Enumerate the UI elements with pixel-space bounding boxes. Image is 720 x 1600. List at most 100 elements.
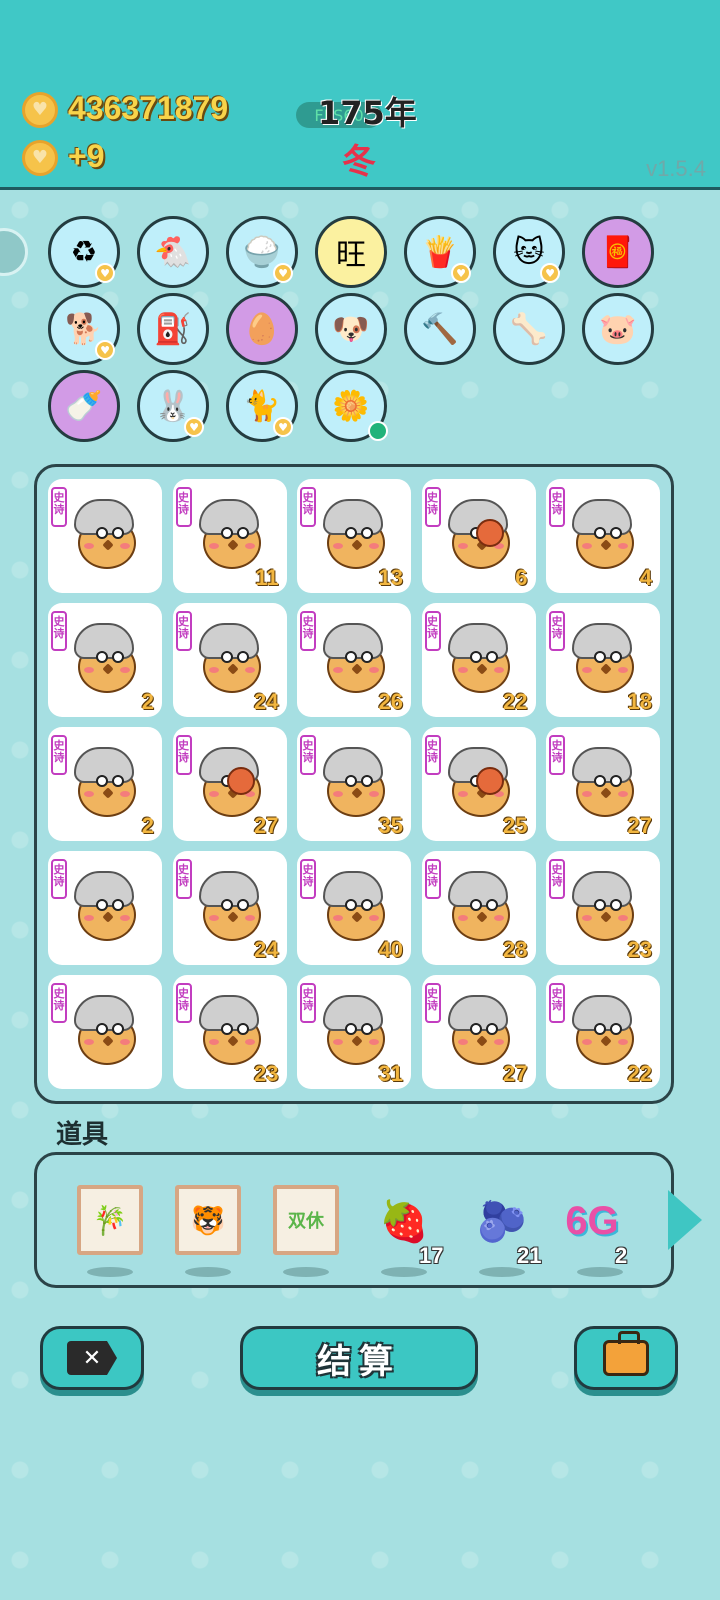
board-cell[interactable]: 史诗 23 bbox=[172, 975, 287, 1089]
chicken-egg-icon-glyph: 🐔 bbox=[154, 234, 192, 270]
heart-badge-icon: ♥ bbox=[184, 417, 204, 437]
rabbit-icon[interactable]: 🐰 ♥ bbox=[137, 370, 209, 442]
pump-icon[interactable]: ⛽ bbox=[137, 293, 209, 365]
board-cell[interactable]: 史诗 25 bbox=[421, 727, 536, 841]
board-cell[interactable]: 史诗 27 bbox=[172, 727, 287, 841]
basketball-icon bbox=[475, 519, 504, 547]
chick-character-icon bbox=[446, 745, 512, 819]
epic-tag: 史诗 bbox=[549, 735, 565, 775]
epic-tag: 史诗 bbox=[300, 487, 316, 527]
board-cell[interactable]: 史诗 26 bbox=[297, 603, 411, 717]
items-title: 道具 bbox=[56, 1120, 109, 1150]
epic-tag: 史诗 bbox=[51, 983, 67, 1023]
potted-flower-icon[interactable]: 🌼 bbox=[315, 370, 388, 442]
board-cell[interactable]: 史诗 22 bbox=[421, 603, 536, 717]
next-arrow-icon[interactable] bbox=[668, 1190, 702, 1250]
rice-bowl-icon[interactable]: 🍚 ♥ bbox=[226, 216, 298, 288]
red-envelope-icon-glyph: 🧧 bbox=[599, 234, 637, 270]
cell-count: 40 bbox=[378, 937, 403, 962]
double-rest-frame-item[interactable]: 双休 bbox=[273, 1185, 339, 1255]
chicken-egg-icon[interactable]: 🐔 bbox=[137, 216, 209, 288]
board-cell[interactable]: 史诗 31 bbox=[297, 975, 411, 1089]
wang-tiles-icon-glyph: 旺 bbox=[336, 238, 366, 273]
season-label: 冬 bbox=[342, 142, 376, 182]
board-cell[interactable]: 史诗 18 bbox=[546, 603, 660, 717]
heart-badge-icon: ♥ bbox=[451, 263, 471, 283]
board-cell[interactable]: 史诗 40 bbox=[297, 851, 411, 965]
board-cell[interactable]: 史诗 24 bbox=[172, 851, 287, 965]
cell-count: 26 bbox=[378, 689, 403, 714]
game-board: 史诗 史诗 11 史诗 13 史诗 6 史诗 4 史诗 2 史诗 24 史诗 26 史诗 22 史诗 18 史诗 2 史诗… bbox=[34, 464, 674, 1104]
fries-icon[interactable]: 🍟 ♥ bbox=[404, 216, 476, 288]
pump-icon-glyph: ⛽ bbox=[154, 311, 192, 347]
cell-count: 2 bbox=[141, 689, 154, 714]
year-label: 175年 bbox=[318, 94, 417, 132]
rabbit-icon-glyph: 🐰 bbox=[154, 388, 192, 424]
chick-character-icon bbox=[321, 993, 387, 1067]
chick-character-icon bbox=[321, 745, 387, 819]
board-cell[interactable]: 史诗 24 bbox=[172, 603, 287, 717]
cell-count: 24 bbox=[254, 937, 279, 962]
board-cell[interactable]: 史诗 6 bbox=[421, 479, 536, 593]
chick-character-icon bbox=[197, 497, 263, 571]
red-envelope-icon[interactable]: 🧧 bbox=[582, 216, 654, 288]
chick-character-icon bbox=[570, 745, 636, 819]
bamboo-frame-item[interactable]: 🎋 bbox=[77, 1185, 143, 1255]
board-cell[interactable]: 史诗 4 bbox=[546, 479, 660, 593]
bag-button[interactable] bbox=[574, 1326, 678, 1390]
cell-count: 24 bbox=[254, 689, 279, 714]
board-cell[interactable]: 史诗 bbox=[48, 851, 162, 965]
epic-tag: 史诗 bbox=[424, 735, 441, 775]
epic-tag: 史诗 bbox=[300, 611, 316, 651]
wang-tiles-icon[interactable]: 旺 bbox=[315, 216, 387, 288]
cool-dog-icon[interactable]: 🐶 bbox=[315, 293, 387, 365]
board-cell[interactable]: 史诗 27 bbox=[421, 975, 536, 1089]
cat-back-icon[interactable]: 🐈 ♥ bbox=[226, 370, 298, 442]
chick-character-icon bbox=[446, 993, 512, 1067]
chick-character-icon bbox=[197, 621, 263, 695]
epic-tag: 史诗 bbox=[175, 735, 192, 775]
tiger-frame-item[interactable]: 🐯 bbox=[175, 1185, 241, 1255]
dog-bowl-icon-glyph: 🦴 bbox=[510, 311, 548, 347]
cell-count: 2 bbox=[141, 813, 154, 838]
board-cell[interactable]: 史诗 23 bbox=[546, 851, 660, 965]
cat-icon[interactable]: 🐱 ♥ bbox=[493, 216, 565, 288]
board-cell[interactable]: 史诗 2 bbox=[48, 603, 162, 717]
cell-count: 27 bbox=[254, 813, 279, 838]
board-cell[interactable]: 史诗 27 bbox=[546, 727, 660, 841]
heart-badge-icon: ♥ bbox=[273, 263, 293, 283]
board-cell[interactable]: 史诗 22 bbox=[546, 975, 660, 1089]
heart-badge-icon: ♥ bbox=[273, 417, 293, 437]
item-shadow bbox=[87, 1267, 133, 1277]
epic-tag: 史诗 bbox=[51, 611, 67, 651]
dog-bowl-icon[interactable]: 🦴 bbox=[493, 293, 565, 365]
epic-tag: 史诗 bbox=[175, 859, 192, 899]
cell-count: 25 bbox=[503, 813, 528, 838]
epic-tag: 史诗 bbox=[549, 859, 565, 899]
epic-tag: 史诗 bbox=[424, 983, 441, 1023]
board-cell[interactable]: 史诗 28 bbox=[421, 851, 536, 965]
status-dot-icon bbox=[368, 421, 388, 441]
board-cell[interactable]: 史诗 2 bbox=[48, 727, 162, 841]
refresh-icon[interactable]: ♻ ♥ bbox=[48, 216, 120, 288]
epic-tag: 史诗 bbox=[175, 611, 192, 651]
board-cell[interactable]: 史诗 bbox=[48, 479, 162, 593]
board-cell[interactable]: 史诗 13 bbox=[297, 479, 411, 593]
chick-character-icon bbox=[72, 621, 138, 695]
epic-tag: 史诗 bbox=[51, 487, 67, 527]
chick-character-icon bbox=[446, 621, 512, 695]
board-cell[interactable]: 史诗 35 bbox=[297, 727, 411, 841]
piggy-bank-icon[interactable]: 🐷 bbox=[582, 293, 654, 365]
settle-button[interactable]: 结算 bbox=[240, 1326, 478, 1390]
cell-count: 23 bbox=[627, 937, 652, 962]
husky-dog-icon[interactable]: 🐕 ♥ bbox=[48, 293, 120, 365]
close-button[interactable]: ✕ bbox=[40, 1326, 144, 1390]
hammer-icon[interactable]: 🔨 bbox=[404, 293, 476, 365]
board-cell[interactable]: 史诗 bbox=[48, 975, 162, 1089]
egg-icon[interactable]: 🥚 bbox=[226, 293, 298, 365]
breast-pump-icon[interactable]: 🍼 bbox=[48, 370, 120, 442]
item-count: 21 bbox=[517, 1243, 542, 1268]
item-shadow bbox=[185, 1267, 231, 1277]
board-cell[interactable]: 史诗 11 bbox=[172, 479, 287, 593]
cat-back-icon-glyph: 🐈 bbox=[243, 388, 281, 424]
